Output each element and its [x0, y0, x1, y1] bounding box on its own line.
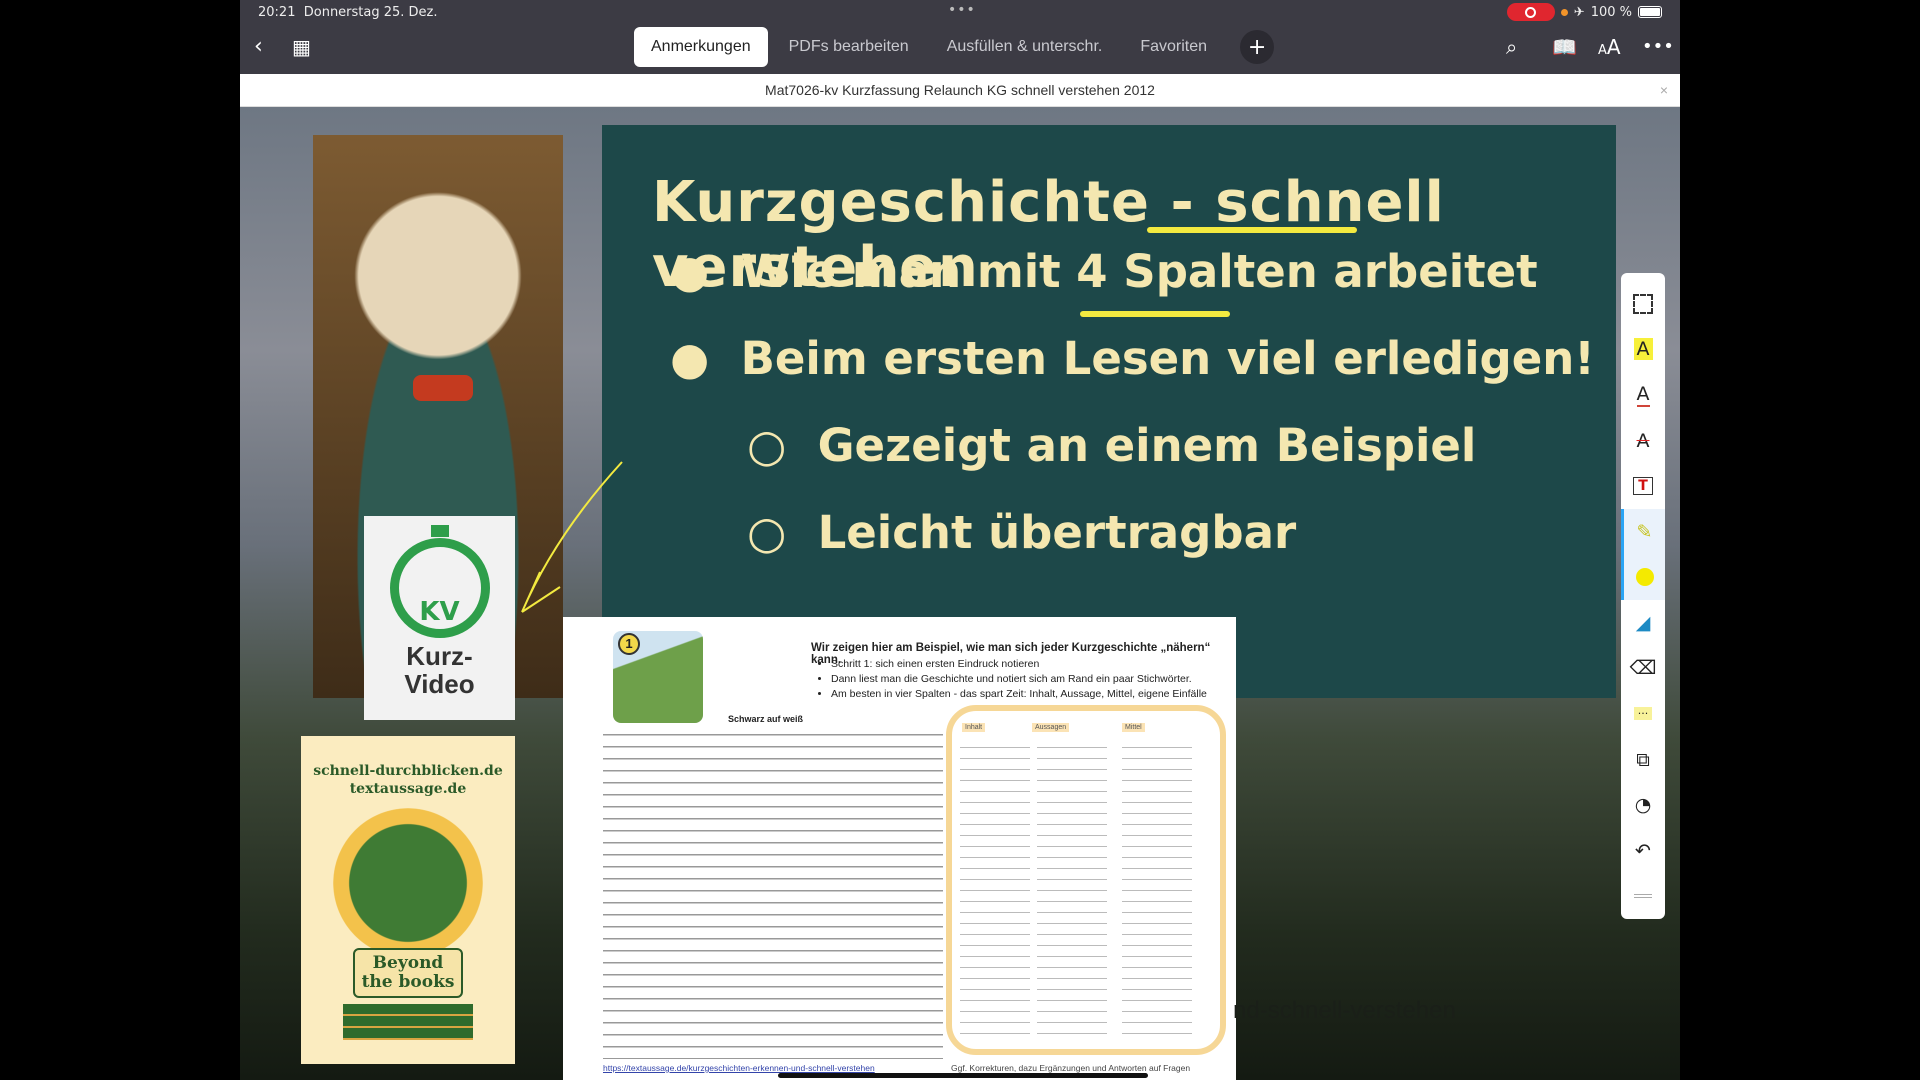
screen-record-icon[interactable]: [1506, 3, 1555, 21]
grid-icon[interactable]: ▦: [292, 32, 311, 62]
document-title: Mat7026-kv Kurzfassung Relaunch KG schne…: [765, 82, 1155, 98]
drag-handle[interactable]: [1621, 874, 1665, 920]
pdf-canvas[interactable]: KV Kurz- Video schnell-durchblicken.de tex…: [240, 107, 1680, 1080]
pdf-app: 20:21 Donnerstag 25. Dez. ••• ✈ 100 % ‹ …: [240, 0, 1680, 1080]
shapes-icon[interactable]: ⧉: [1621, 737, 1665, 783]
close-icon[interactable]: ×: [1660, 74, 1668, 107]
marker-icon[interactable]: ◢: [1621, 600, 1665, 646]
book-icon[interactable]: 📖: [1552, 32, 1577, 62]
book-cover: schnell-durchblicken.de textaussage.de Be…: [301, 736, 515, 1064]
stopwatch-icon: KV: [389, 525, 490, 638]
subbullet-1: ○ Gezeigt an einem Beispiel: [747, 419, 1477, 472]
eraser-icon[interactable]: ⌫: [1621, 646, 1665, 692]
tab-favoriten[interactable]: Favoriten: [1123, 27, 1224, 67]
bullet-1: ● Wie man mit 4 Spalten arbeitet: [670, 245, 1538, 298]
kv-label: Kurz- Video: [404, 641, 475, 699]
highlight-underline: [1147, 227, 1357, 233]
page-list: Schritt 1: sich einen ersten Eindruck no…: [831, 657, 1207, 702]
home-indicator: [778, 1073, 1148, 1078]
highlight-underline: [1080, 311, 1230, 317]
strikethrough-text-icon[interactable]: A: [1621, 418, 1665, 464]
book-url: schnell-durchblicken.de textaussage.de: [313, 763, 503, 797]
status-time: 20:21 Donnerstag 25. Dez.: [258, 5, 438, 20]
mode-tabs: Anmerkungen PDFs bearbeiten Ausfüllen & …: [634, 27, 1275, 67]
more-icon[interactable]: •••: [1642, 32, 1674, 62]
annotation-toolbar: A A A T ✎ ◢ ⌫ ··· ⧉ ◔ ↶: [1621, 273, 1665, 919]
document-title-bar: Mat7026-kv Kurzfassung Relaunch KG schne…: [240, 74, 1680, 107]
slide: Kurzgeschichte - schnell verstehen ● Wie…: [602, 125, 1616, 698]
tab-ausfuellen[interactable]: Ausfüllen & unterschr.: [930, 27, 1120, 67]
story-title: Schwarz auf weiß: [728, 714, 804, 724]
story-text: [603, 729, 943, 1059]
book-logo-text: Beyond the books: [353, 948, 463, 998]
step-badge: 1: [618, 633, 640, 655]
back-icon[interactable]: ‹: [254, 32, 263, 62]
bullet-2: ● Beim ersten Lesen viel erledigen!: [670, 332, 1595, 385]
status-right: ✈ 100 %: [1506, 3, 1662, 21]
source-link[interactable]: https://textaussage.de/kurzgeschichten-e…: [603, 1063, 875, 1073]
add-tab-button[interactable]: +: [1240, 30, 1275, 64]
sticker-icon[interactable]: ◔: [1621, 782, 1665, 828]
airplane-icon: ✈: [1573, 4, 1585, 20]
battery-icon: [1638, 6, 1662, 18]
multitask-dots[interactable]: •••: [948, 2, 976, 18]
tab-pdfs-bearbeiten[interactable]: PDFs bearbeiten: [772, 27, 926, 67]
text-box-icon[interactable]: T: [1621, 463, 1665, 509]
highlighter-pen-icon[interactable]: ✎: [1621, 508, 1665, 555]
search-icon[interactable]: ⌕: [1506, 32, 1517, 62]
ink-arrow: [521, 461, 623, 613]
select-rect-icon[interactable]: [1621, 281, 1665, 327]
page-footer: Ggf. Korrekturen, dazu Ergänzungen und A…: [951, 1063, 1191, 1073]
color-yellow-icon[interactable]: [1621, 554, 1665, 601]
books-icon: [343, 1004, 473, 1040]
notes-columns: Inhalt Aussagen Mittel: [946, 705, 1226, 1055]
undo-icon[interactable]: ↶: [1621, 828, 1665, 874]
document-page: 1 Wir zeigen hier am Beispiel, wie man s…: [563, 617, 1236, 1080]
subbullet-2: ○ Leicht übertragbar: [747, 506, 1297, 559]
comment-icon[interactable]: ···: [1621, 691, 1665, 737]
mic-indicator-icon: [1560, 8, 1568, 16]
underline-text-icon[interactable]: A: [1621, 372, 1665, 418]
text-size-icon[interactable]: AA: [1598, 32, 1621, 66]
battery-percent: 100 %: [1590, 4, 1632, 20]
tree-logo: [333, 808, 483, 958]
tab-anmerkungen[interactable]: Anmerkungen: [634, 27, 768, 67]
overlay-text: nd-schnell-verstehen: [1233, 997, 1456, 1024]
highlight-text-icon[interactable]: A: [1621, 327, 1665, 373]
top-toolbar: 20:21 Donnerstag 25. Dez. ••• ✈ 100 % ‹ …: [240, 0, 1680, 74]
kurz-video-badge[interactable]: KV Kurz- Video: [364, 516, 515, 720]
